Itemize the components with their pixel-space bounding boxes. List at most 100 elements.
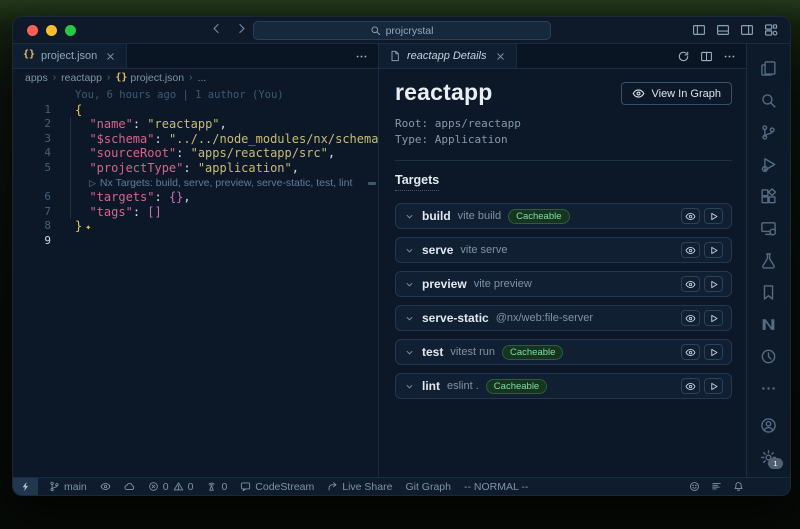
- code-line-7[interactable]: 7 "tags": []: [13, 205, 378, 220]
- close-icon[interactable]: [495, 51, 506, 62]
- activity-settings[interactable]: 1: [747, 441, 790, 473]
- breadcrumb-item[interactable]: reactapp: [61, 72, 102, 84]
- target-view-button[interactable]: [681, 242, 700, 258]
- activity-extensions[interactable]: [747, 180, 790, 212]
- view-in-graph-button[interactable]: View In Graph: [621, 82, 732, 105]
- statusbar-notifications[interactable]: [733, 481, 744, 492]
- split-editor-icon[interactable]: [700, 50, 713, 63]
- code-line-1[interactable]: 1{: [13, 103, 378, 118]
- target-run-button[interactable]: [704, 378, 723, 394]
- chevron-down-icon[interactable]: [404, 381, 415, 392]
- code-line-8[interactable]: 8}✦: [13, 219, 378, 234]
- code-line-5[interactable]: 5 "projectType": "application",: [13, 161, 378, 176]
- target-view-button[interactable]: [681, 208, 700, 224]
- breadcrumb-item[interactable]: apps: [25, 72, 48, 84]
- target-view-button[interactable]: [681, 276, 700, 292]
- target-view-button[interactable]: [681, 378, 700, 394]
- statusbar-vim-mode[interactable]: -- NORMAL --: [464, 481, 528, 493]
- target-command: @nx/web:file-server: [496, 312, 593, 324]
- code-line-6[interactable]: 6 "targets": {},: [13, 190, 378, 205]
- layout-customize-icon[interactable]: [764, 23, 778, 37]
- target-name: lint: [422, 379, 440, 393]
- layout-panel-icon[interactable]: [716, 23, 730, 37]
- activity-nx-console[interactable]: [747, 308, 790, 340]
- statusbar-feedback[interactable]: [689, 481, 700, 492]
- desktop: { "titlebar": { "command_center": "projc…: [0, 0, 800, 529]
- tab-project-json[interactable]: {} project.json: [13, 44, 127, 68]
- refresh-icon[interactable]: [677, 50, 690, 63]
- activity-explorer[interactable]: [747, 52, 790, 84]
- tab-reactapp-details[interactable]: reactapp Details: [379, 44, 517, 68]
- activity-remote-explorer[interactable]: [747, 212, 790, 244]
- back-icon[interactable]: [210, 22, 223, 35]
- target-row-preview[interactable]: previewvite preview: [395, 271, 732, 297]
- play-icon: [708, 279, 719, 290]
- editor-actions: [667, 44, 746, 68]
- activity-testing[interactable]: [747, 244, 790, 276]
- activity-search[interactable]: [747, 84, 790, 116]
- statusbar-git-graph[interactable]: Git Graph: [405, 481, 451, 493]
- code-line-4[interactable]: 4 "sourceRoot": "apps/reactapp/src",: [13, 146, 378, 161]
- extensions-icon: [760, 188, 777, 205]
- breadcrumb-item[interactable]: {}project.json: [115, 72, 184, 84]
- code-line-3[interactable]: 3 "$schema": "../../node_modules/nx/sche…: [13, 132, 378, 147]
- code-editor[interactable]: You, 6 hours ago | 1 author (You)1{2 "na…: [13, 86, 378, 477]
- activity-account[interactable]: [747, 409, 790, 441]
- statusbar-ports[interactable]: 0: [206, 481, 227, 493]
- activity-timeline[interactable]: [747, 340, 790, 372]
- remote-icon: [760, 220, 777, 237]
- chevron-down-icon[interactable]: [404, 347, 415, 358]
- code-line-9[interactable]: 9: [13, 234, 378, 249]
- play-icon: [708, 245, 719, 256]
- close-window-button[interactable]: [27, 25, 38, 36]
- layout-sidebar-left-icon[interactable]: [692, 23, 706, 37]
- activity-run-debug[interactable]: [747, 148, 790, 180]
- play-icon: [708, 313, 719, 324]
- nx-targets-codelens[interactable]: ▷Nx Targets: build, serve, preview, serv…: [13, 176, 378, 191]
- type-value: Application: [435, 133, 508, 146]
- statusbar-problems[interactable]: 00: [148, 481, 194, 493]
- zoom-window-button[interactable]: [65, 25, 76, 36]
- minimize-window-button[interactable]: [46, 25, 57, 36]
- command-center[interactable]: projcrystal: [253, 21, 551, 40]
- activity-more-views[interactable]: [747, 372, 790, 404]
- target-row-build[interactable]: buildvite buildCacheable: [395, 203, 732, 229]
- target-run-button[interactable]: [704, 208, 723, 224]
- close-icon[interactable]: [105, 51, 116, 62]
- target-run-button[interactable]: [704, 310, 723, 326]
- statusbar-gitlens-blame-toggle[interactable]: [100, 481, 111, 492]
- target-view-button[interactable]: [681, 310, 700, 326]
- eye-icon: [632, 87, 645, 100]
- chevron-down-icon[interactable]: [404, 313, 415, 324]
- target-view-button[interactable]: [681, 344, 700, 360]
- target-run-button[interactable]: [704, 344, 723, 360]
- activity-bookmarks[interactable]: [747, 276, 790, 308]
- breadcrumb-separator: ›: [189, 72, 192, 83]
- project-details-panel: reactapp View In Graph Root: apps/reacta…: [379, 69, 746, 477]
- status-bar: main000CodeStreamLive ShareGit Graph-- N…: [13, 477, 790, 495]
- breadcrumb-item[interactable]: ...: [197, 72, 206, 84]
- statusbar-formatter[interactable]: [711, 481, 722, 492]
- statusbar-remote-indicator[interactable]: [13, 478, 38, 495]
- code-line-2[interactable]: 2 "name": "reactapp",: [13, 117, 378, 132]
- chevron-down-icon[interactable]: [404, 245, 415, 256]
- target-row-test[interactable]: testvitest runCacheable: [395, 339, 732, 365]
- chevron-down-icon[interactable]: [404, 211, 415, 222]
- target-row-serve[interactable]: servevite serve: [395, 237, 732, 263]
- statusbar-git-branch[interactable]: main: [49, 481, 87, 493]
- target-row-lint[interactable]: linteslint .Cacheable: [395, 373, 732, 399]
- forward-icon[interactable]: [235, 22, 248, 35]
- activity-source-control[interactable]: [747, 116, 790, 148]
- target-run-button[interactable]: [704, 276, 723, 292]
- statusbar-codestream[interactable]: CodeStream: [240, 481, 314, 493]
- more-icon[interactable]: [723, 50, 736, 63]
- braces-icon: {}: [23, 50, 35, 62]
- tab-overflow-icon[interactable]: [355, 50, 368, 63]
- target-row-serve-static[interactable]: serve-static@nx/web:file-server: [395, 305, 732, 331]
- target-name: test: [422, 345, 443, 359]
- target-run-button[interactable]: [704, 242, 723, 258]
- statusbar-sync-status[interactable]: [124, 481, 135, 492]
- layout-sidebar-right-icon[interactable]: [740, 23, 754, 37]
- statusbar-live-share[interactable]: Live Share: [327, 481, 392, 493]
- chevron-down-icon[interactable]: [404, 279, 415, 290]
